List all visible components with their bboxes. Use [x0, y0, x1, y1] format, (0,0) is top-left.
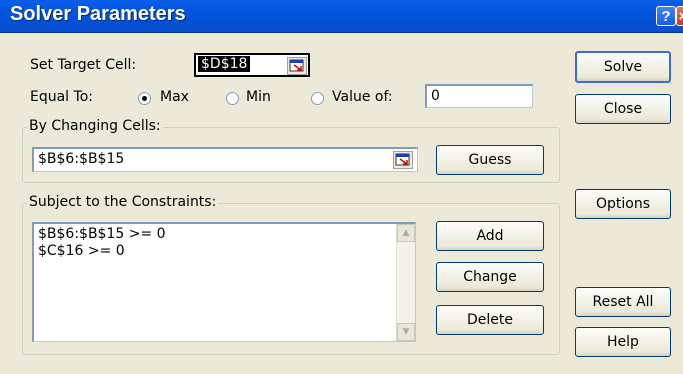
- changing-collapse-button[interactable]: [393, 151, 413, 169]
- constraint-item[interactable]: $C$16 >= 0: [38, 243, 166, 260]
- target-cell-label: Set Target Cell:: [30, 57, 136, 73]
- close-button[interactable]: Close: [575, 94, 671, 124]
- change-button[interactable]: Change: [436, 262, 544, 292]
- guess-button[interactable]: Guess: [436, 145, 544, 175]
- constraints-scrollbar[interactable]: ▲ ▼: [396, 224, 415, 341]
- options-button-label: Options: [595, 196, 651, 212]
- constraints-items: $B$6:$B$15 >= 0 $C$16 >= 0: [38, 226, 166, 260]
- radio-max[interactable]: [138, 92, 151, 105]
- delete-button-label: Delete: [467, 312, 513, 328]
- reset-all-button-label: Reset All: [592, 294, 654, 310]
- constraint-item[interactable]: $B$6:$B$15 >= 0: [38, 226, 166, 243]
- scroll-up-icon[interactable]: ▲: [397, 224, 415, 242]
- target-cell-label-text: Set Target Cell:: [30, 57, 137, 73]
- changing-cells-value: $B$6:$B$15: [38, 151, 125, 167]
- delete-button[interactable]: Delete: [436, 305, 544, 335]
- add-button-label: Add: [476, 228, 504, 244]
- constraints-label: Subject to the Constraints:: [27, 194, 219, 210]
- target-cell-value: $D$18: [198, 56, 251, 72]
- collapse-dialog-icon: [289, 59, 304, 72]
- add-button[interactable]: Add: [436, 221, 544, 251]
- constraints-list[interactable]: $B$6:$B$15 >= 0 $C$16 >= 0 ▲ ▼: [32, 222, 416, 342]
- radio-value-of[interactable]: [311, 92, 324, 105]
- close-icon[interactable]: ×: [676, 6, 683, 26]
- changing-cells-label: By Changing Cells:: [27, 118, 163, 134]
- help-icon[interactable]: ?: [656, 6, 676, 26]
- close-button-label: Close: [603, 101, 643, 117]
- radio-value-of-label: Value of:: [332, 89, 393, 105]
- help-button[interactable]: Help: [575, 327, 671, 357]
- guess-button-label: Guess: [468, 152, 512, 168]
- changing-cells-input[interactable]: $B$6:$B$15: [32, 147, 418, 172]
- change-button-label: Change: [463, 269, 517, 285]
- solve-button-label: Solve: [603, 59, 643, 75]
- title-bar: Solver Parameters ? ×: [0, 0, 683, 33]
- target-collapse-button[interactable]: [287, 57, 307, 75]
- scroll-down-icon[interactable]: ▼: [397, 323, 415, 341]
- equal-to-label: Equal To:: [30, 89, 93, 105]
- value-of-input[interactable]: 0: [425, 84, 533, 108]
- radio-min[interactable]: [226, 92, 239, 105]
- collapse-dialog-icon: [395, 153, 410, 166]
- help-button-label: Help: [607, 334, 639, 350]
- radio-min-label: Min: [246, 89, 271, 105]
- reset-all-button[interactable]: Reset All: [575, 287, 671, 317]
- window-title: Solver Parameters: [10, 3, 186, 25]
- solve-button[interactable]: Solve: [575, 51, 671, 83]
- solver-dialog: Solver Parameters ? × Set Target Cell: $…: [0, 0, 683, 374]
- options-button[interactable]: Options: [575, 189, 671, 219]
- value-of-value: 0: [431, 88, 440, 104]
- radio-max-label: Max: [160, 89, 189, 105]
